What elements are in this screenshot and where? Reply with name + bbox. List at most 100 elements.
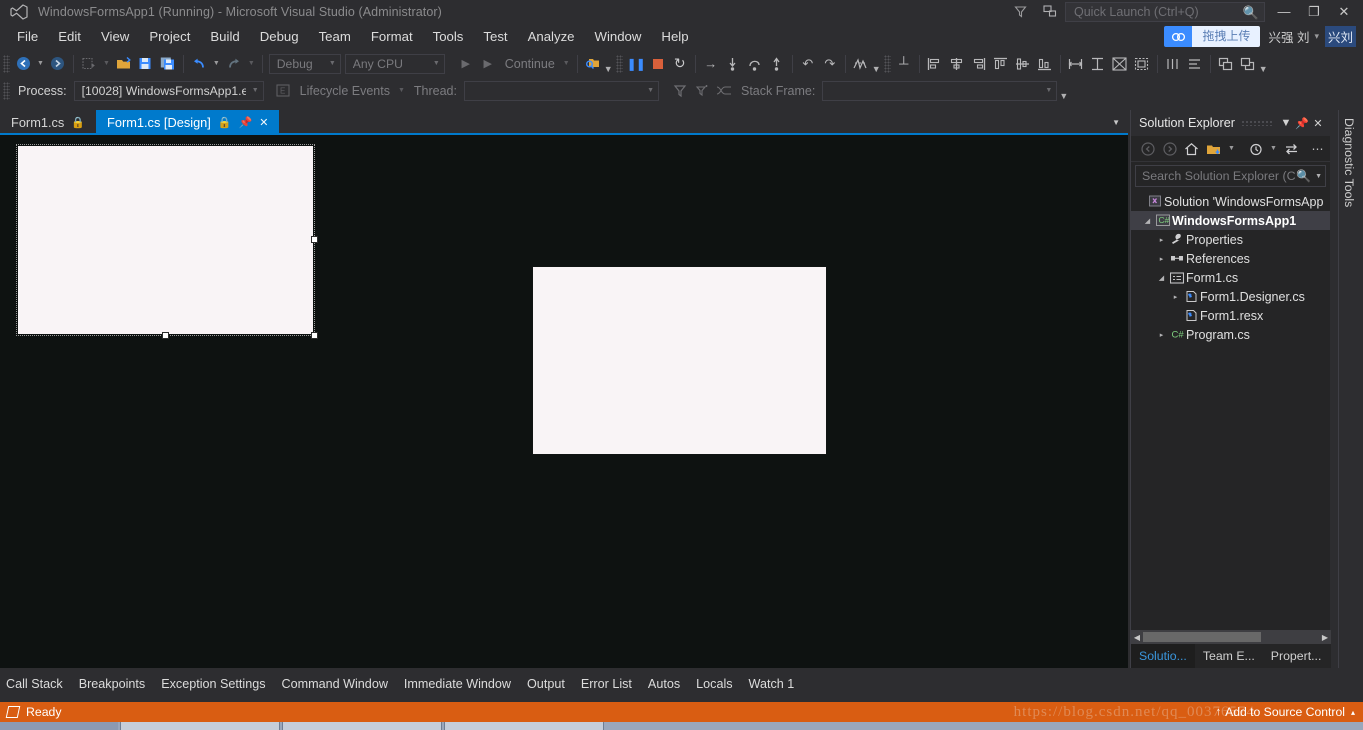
tab-watch-1[interactable]: Watch 1: [741, 677, 803, 691]
redo-dropdown-icon[interactable]: ▼: [245, 60, 258, 67]
history-icon[interactable]: [1245, 138, 1266, 159]
back-icon[interactable]: [1137, 138, 1158, 159]
chevron-down-icon[interactable]: ▼: [433, 60, 440, 67]
menu-analyze[interactable]: Analyze: [519, 26, 584, 47]
new-project-dropdown-icon[interactable]: ▼: [100, 60, 113, 67]
tab-properties[interactable]: Propert...: [1263, 644, 1330, 668]
start-debug-icon[interactable]: ▶: [455, 53, 477, 75]
expander[interactable]: ▸: [1155, 236, 1168, 244]
intellitrace-icon[interactable]: [850, 53, 872, 75]
chevron-down-icon[interactable]: ▼: [1278, 117, 1294, 129]
taskbar-item[interactable]: [282, 722, 442, 730]
align-bottoms-icon[interactable]: [1034, 53, 1056, 75]
menu-project[interactable]: Project: [140, 26, 199, 47]
upload-arrow-icon[interactable]: ↑: [1216, 706, 1222, 718]
undo-icon[interactable]: [188, 53, 210, 75]
tree-node-form1-cs[interactable]: ◢ Form1.cs: [1131, 268, 1330, 287]
tree-node-program-cs[interactable]: ▸ C# Program.cs: [1131, 325, 1330, 344]
continue-button[interactable]: ▶: [477, 53, 499, 75]
break-all-icon[interactable]: ❚❚: [625, 53, 647, 75]
menu-view[interactable]: View: [92, 26, 138, 47]
tab-autos[interactable]: Autos: [640, 677, 688, 691]
tree-node-project[interactable]: ◢ C# WindowsFormsApp1: [1131, 211, 1330, 230]
magnifier-icon[interactable]: 🔍: [1296, 169, 1311, 183]
undo-dropdown-icon[interactable]: ▼: [210, 60, 223, 67]
flag-icon[interactable]: [669, 80, 691, 102]
horizontal-spacing-icon[interactable]: [1162, 53, 1184, 75]
panel-drag-grip[interactable]: [1241, 120, 1272, 126]
resize-handle-bottom[interactable]: [162, 332, 169, 339]
home-icon[interactable]: [1181, 138, 1202, 159]
chevron-up-icon[interactable]: ▴: [1351, 708, 1355, 717]
restore-button[interactable]: ❐: [1299, 0, 1329, 23]
step-out-icon[interactable]: [766, 53, 788, 75]
navigate-back-icon[interactable]: [12, 53, 34, 75]
make-same-height-icon[interactable]: [1087, 53, 1109, 75]
pending-changes-icon[interactable]: [1203, 138, 1224, 159]
solution-configuration-combo[interactable]: Debug ▼: [269, 54, 341, 74]
quick-launch-input[interactable]: Quick Launch (Ctrl+Q) 🔍: [1065, 2, 1265, 22]
tabstrip-dropdown-icon[interactable]: ▼: [1112, 118, 1120, 127]
make-same-size-icon[interactable]: [1109, 53, 1131, 75]
tree-node-solution[interactable]: Solution 'WindowsFormsApp: [1131, 192, 1330, 211]
tree-node-form1-resx[interactable]: Form1.resx: [1131, 306, 1330, 325]
tree-node-properties[interactable]: ▸ Properties: [1131, 230, 1330, 249]
step-over-icon[interactable]: [744, 53, 766, 75]
restart-icon[interactable]: ↻: [669, 53, 691, 75]
menu-help[interactable]: Help: [652, 26, 697, 47]
toolbar-overflow-icon[interactable]: ▼: [1259, 64, 1268, 74]
taskbar-item[interactable]: [444, 722, 604, 730]
chevron-down-icon[interactable]: ▼: [1225, 145, 1238, 152]
tab-command-window[interactable]: Command Window: [274, 677, 396, 691]
bring-to-front-icon[interactable]: [1215, 53, 1237, 75]
menu-test[interactable]: Test: [474, 26, 516, 47]
align-centers-icon[interactable]: [946, 53, 968, 75]
scrollbar-thumb[interactable]: [1143, 632, 1261, 642]
menu-tools[interactable]: Tools: [424, 26, 473, 47]
close-icon[interactable]: ✕: [259, 116, 268, 129]
solution-tree[interactable]: Solution 'WindowsFormsApp ◢ C# WindowsFo…: [1131, 189, 1330, 344]
align-lefts-icon[interactable]: [924, 53, 946, 75]
send-feedback-icon[interactable]: [1035, 0, 1065, 23]
expander[interactable]: ◢: [1141, 217, 1154, 225]
chevron-down-icon[interactable]: ▼: [1315, 173, 1322, 180]
align-middles-icon[interactable]: [1012, 53, 1034, 75]
menu-edit[interactable]: Edit: [49, 26, 90, 47]
form1-design-surface[interactable]: [18, 146, 313, 334]
save-icon[interactable]: [135, 53, 157, 75]
stop-debugging-icon[interactable]: [647, 53, 669, 75]
sync-with-active-document-icon[interactable]: [1281, 138, 1302, 159]
forward-icon[interactable]: [1159, 138, 1180, 159]
close-button[interactable]: ✕: [1329, 0, 1359, 23]
solution-platform-combo[interactable]: Any CPU ▼: [345, 54, 445, 74]
tab-exception-settings[interactable]: Exception Settings: [153, 677, 273, 691]
tab-locals[interactable]: Locals: [688, 677, 740, 691]
toolbar-grip[interactable]: [3, 82, 10, 100]
tree-node-form1-designer-cs[interactable]: ▸ Form1.Designer.cs: [1131, 287, 1330, 306]
flag-filter-icon[interactable]: [691, 80, 713, 102]
account-name[interactable]: 兴强 刘: [1268, 27, 1309, 46]
chevron-down-icon[interactable]: ▼: [647, 87, 654, 94]
stack-frame-combo[interactable]: ▼: [822, 81, 1057, 101]
expander[interactable]: ▸: [1155, 255, 1168, 263]
menu-build[interactable]: Build: [201, 26, 248, 47]
baidu-upload-button[interactable]: 拖拽上传: [1164, 26, 1260, 47]
pin-icon[interactable]: 📌: [1294, 117, 1310, 130]
close-icon[interactable]: ✕: [1310, 117, 1326, 130]
tab-form1-cs[interactable]: Form1.cs 🔒: [0, 110, 96, 135]
add-to-source-control-button[interactable]: Add to Source Control: [1225, 705, 1345, 719]
tab-call-stack[interactable]: Call Stack: [0, 677, 71, 691]
attach-overflow-icon[interactable]: ▼: [604, 64, 613, 74]
step-backward-icon[interactable]: ↶: [797, 53, 819, 75]
toolbar-grip[interactable]: [3, 55, 10, 73]
toolbar-grip[interactable]: [884, 55, 891, 73]
attach-to-process-icon[interactable]: [582, 53, 604, 75]
step-into-icon[interactable]: [722, 53, 744, 75]
scroll-right-icon[interactable]: ▶: [1319, 633, 1331, 642]
expander[interactable]: ▸: [1169, 293, 1182, 301]
chevron-down-icon[interactable]: ▼: [1045, 87, 1052, 94]
size-to-grid-icon[interactable]: [1131, 53, 1153, 75]
tab-output[interactable]: Output: [519, 677, 573, 691]
vertical-spacing-icon[interactable]: [1184, 53, 1206, 75]
make-same-width-icon[interactable]: [1065, 53, 1087, 75]
